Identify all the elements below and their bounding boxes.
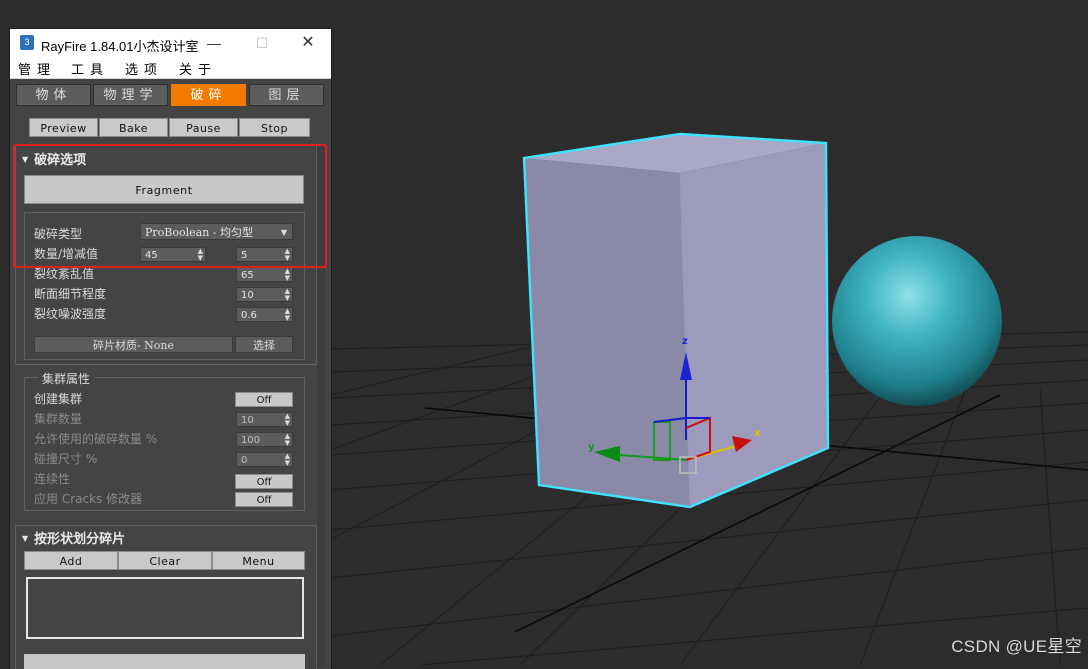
rayfire-window: 3 RayFire 1.84.01小杰设计室 — ☐ ✕ 管理 工具 选项 关于… — [10, 29, 331, 669]
stop-button[interactable]: Stop — [239, 118, 310, 137]
simulation-buttons: Preview Bake Pause Stop — [29, 118, 310, 137]
spinner-arrows-icon[interactable]: ▲ ▼ — [285, 453, 290, 467]
collision-size-value: 0 — [241, 455, 248, 466]
menu-tools[interactable]: 工具 — [71, 59, 109, 78]
gizmo-z-label: z — [682, 336, 688, 347]
fragment-material-button[interactable]: 碎片材质- None — [34, 336, 233, 353]
detail-label: 断面细节程度 — [34, 287, 107, 301]
maximize-button[interactable]: ☐ — [248, 33, 276, 53]
cluster-count-value: 10 — [241, 415, 254, 426]
chaos-spinner[interactable]: 65 ▲ ▼ — [236, 267, 293, 282]
app-icon: 3 — [20, 35, 34, 50]
cluster-title: 集群属性 — [38, 370, 95, 387]
menu-options[interactable]: 选项 — [125, 59, 163, 78]
clear-button[interactable]: Clear — [118, 551, 212, 570]
cluster-count-spinner[interactable]: 10 ▲ ▼ — [236, 412, 293, 427]
spinner-arrows-icon[interactable]: ▲ ▼ — [285, 308, 290, 322]
watermark: CSDN @UE星空 — [951, 637, 1082, 656]
cluster-percent-value: 100 — [241, 435, 261, 446]
spinner-arrows-icon[interactable]: ▲ ▼ — [285, 413, 290, 427]
menu-about[interactable]: 关于 — [179, 59, 217, 78]
collision-size-label: 碰撞尺寸 % — [34, 452, 98, 466]
tab-objects[interactable]: 物体 — [16, 84, 91, 106]
cluster-percent-label: 允许使用的破碎数量 % — [34, 432, 158, 446]
continuity-label: 连续性 — [34, 472, 71, 486]
collision-size-spinner[interactable]: 0 ▲ ▼ — [236, 452, 293, 467]
spinner-arrows-icon[interactable]: ▲ ▼ — [285, 288, 290, 302]
menu-manage[interactable]: 管理 — [18, 59, 56, 78]
menu-button[interactable]: Menu — [212, 551, 305, 570]
bake-button[interactable]: Bake — [99, 118, 168, 137]
gizmo-x-label: x — [754, 428, 761, 439]
shape-fragments-title[interactable]: ▼ 按形状划分碎片 — [22, 528, 125, 547]
add-button[interactable]: Add — [24, 551, 118, 570]
box-object[interactable] — [522, 132, 830, 509]
close-button[interactable]: ✕ — [294, 33, 322, 53]
cracks-modifier-toggle[interactable]: Off — [235, 492, 293, 507]
shape-fragments-title-text: 按形状划分碎片 — [34, 532, 126, 547]
chaos-value: 65 — [241, 270, 254, 281]
menu-bar: 管理 工具 选项 关于 — [10, 58, 331, 79]
main-tabs: 物体 物理学 破碎 图层 — [16, 84, 324, 108]
create-cluster-toggle[interactable]: Off — [235, 392, 293, 407]
preview-button[interactable]: Preview — [29, 118, 98, 137]
window-title: RayFire 1.84.01小杰设计室 — [41, 39, 199, 54]
continuity-toggle[interactable]: Off — [235, 474, 293, 489]
cluster-percent-spinner[interactable]: 100 ▲ ▼ — [236, 432, 293, 447]
spinner-arrows-icon[interactable]: ▲ ▼ — [285, 268, 290, 282]
cluster-count-label: 集群数量 — [34, 412, 83, 426]
noise-value: 0.6 — [241, 310, 257, 321]
tab-layers[interactable]: 图层 — [249, 84, 324, 106]
detail-spinner[interactable]: 10 ▲ ▼ — [236, 287, 293, 302]
title-bar[interactable]: 3 RayFire 1.84.01小杰设计室 — ☐ ✕ — [10, 29, 331, 58]
tab-fragment[interactable]: 破碎 — [171, 84, 246, 106]
fragment-material-label: 碎片材质- None — [92, 339, 175, 352]
create-cluster-label: 创建集群 — [34, 392, 83, 406]
noise-spinner[interactable]: 0.6 ▲ ▼ — [236, 307, 293, 322]
shape-list-box[interactable] — [26, 577, 304, 639]
detail-value: 10 — [241, 290, 254, 301]
red-highlight-annotation — [13, 144, 327, 268]
minimize-button[interactable]: — — [200, 33, 228, 53]
pause-button[interactable]: Pause — [169, 118, 238, 137]
bottom-button[interactable] — [24, 654, 305, 669]
sphere-object[interactable] — [832, 236, 1002, 406]
cracks-modifier-label: 应用 Cracks 修改器 — [34, 492, 143, 506]
spinner-arrows-icon[interactable]: ▲ ▼ — [285, 433, 290, 447]
gizmo-y-label: y — [588, 442, 595, 453]
tab-physics[interactable]: 物理学 — [93, 84, 168, 106]
noise-label: 裂纹噪波强度 — [34, 307, 107, 321]
select-material-button[interactable]: 选择 — [235, 336, 293, 353]
collapse-triangle-icon[interactable]: ▼ — [22, 534, 28, 543]
